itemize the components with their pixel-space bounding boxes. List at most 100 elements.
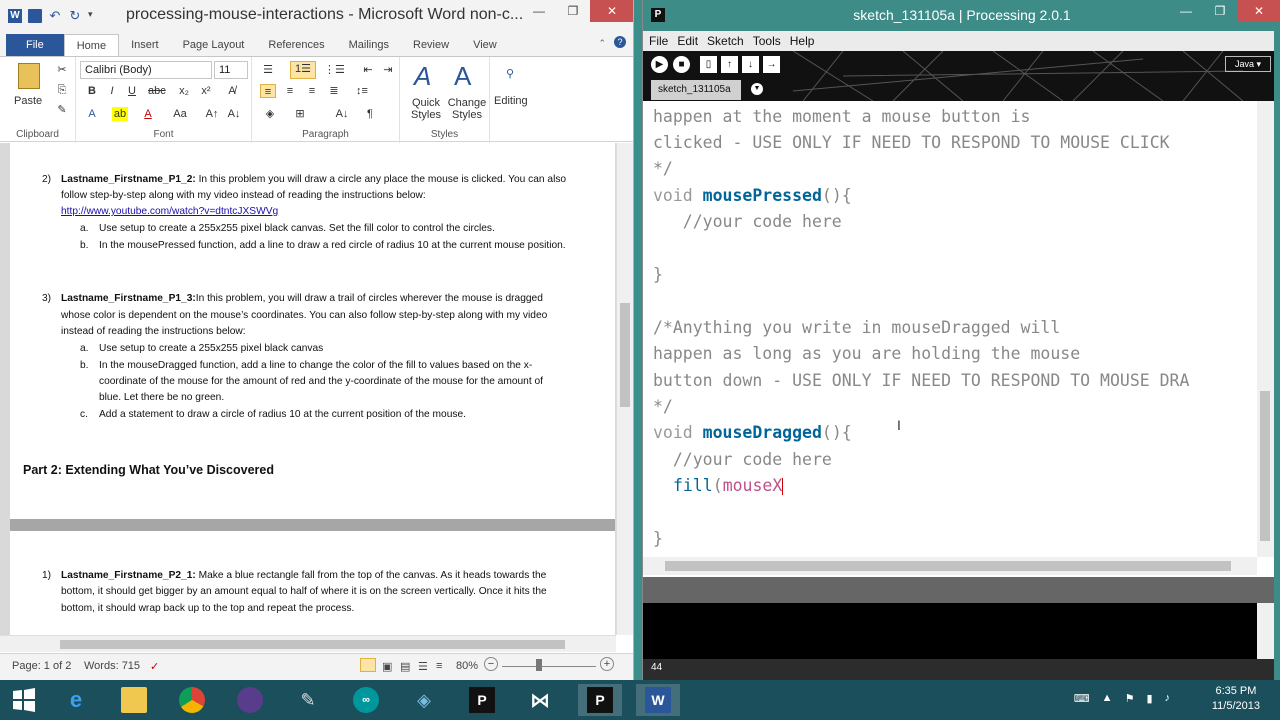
taskbar-internet-explorer[interactable]: e bbox=[54, 684, 98, 716]
align-left-icon[interactable]: ≡ bbox=[260, 84, 276, 98]
font-color-icon[interactable]: A bbox=[140, 107, 156, 121]
bullets-icon[interactable]: ☰ bbox=[260, 63, 276, 77]
save-icon[interactable] bbox=[28, 9, 42, 23]
change-styles-button[interactable]: Change Styles bbox=[446, 97, 488, 121]
processing-titlebar[interactable]: P sketch_131105a | Processing 2.0.1 — ❐ … bbox=[643, 0, 1280, 31]
change-styles-icon[interactable]: A bbox=[454, 61, 471, 92]
start-button[interactable] bbox=[2, 684, 46, 716]
line-spacing-icon[interactable]: ↕≡ bbox=[354, 84, 370, 98]
grow-font-icon[interactable]: A↑ bbox=[204, 107, 220, 121]
collapse-ribbon-icon[interactable]: ⌃ bbox=[598, 38, 606, 49]
full-screen-icon[interactable]: ▣ bbox=[382, 660, 392, 673]
bold-icon[interactable]: B bbox=[84, 84, 100, 98]
tab-file[interactable]: File bbox=[6, 34, 64, 56]
print-layout-icon[interactable] bbox=[360, 658, 376, 672]
close-button[interactable]: ✕ bbox=[590, 0, 633, 22]
document-page-2[interactable]: 1) Lastname_Firstname_P2_1: Make a blue … bbox=[10, 531, 615, 635]
cut-icon[interactable]: ✂ bbox=[54, 63, 70, 77]
change-case-icon[interactable]: Aa bbox=[172, 107, 188, 121]
run-button[interactable]: ▶ bbox=[651, 56, 668, 73]
new-sketch-button[interactable]: ▯ bbox=[700, 56, 717, 73]
font-size-select[interactable]: 11 bbox=[214, 61, 248, 79]
page-count[interactable]: Page: 1 of 2 bbox=[12, 660, 71, 672]
help-icon[interactable]: ? bbox=[614, 36, 626, 48]
undo-icon[interactable]: ↶ bbox=[48, 9, 62, 23]
editor-horizontal-scrollbar[interactable] bbox=[643, 557, 1257, 575]
show-formatting-icon[interactable]: ¶ bbox=[362, 107, 378, 121]
redo-icon[interactable]: ↻ bbox=[68, 9, 82, 23]
code-editor[interactable]: happen at the moment a mouse button is c… bbox=[643, 101, 1257, 557]
document-horizontal-scrollbar[interactable] bbox=[0, 635, 616, 652]
sketch-tab[interactable]: sketch_131105a bbox=[651, 80, 741, 100]
taskbar-file-explorer[interactable] bbox=[112, 684, 156, 716]
menu-sketch[interactable]: Sketch bbox=[707, 34, 744, 48]
menu-help[interactable]: Help bbox=[790, 34, 815, 48]
show-hidden-icons[interactable]: ▲ bbox=[1102, 692, 1113, 705]
volume-icon[interactable]: ♪ bbox=[1165, 692, 1171, 705]
taskbar-paint[interactable]: ✎ bbox=[286, 684, 330, 716]
tab-page-layout[interactable]: Page Layout bbox=[171, 34, 257, 56]
tab-insert[interactable]: Insert bbox=[119, 34, 171, 56]
zoom-out-icon[interactable]: − bbox=[484, 657, 498, 671]
strikethrough-icon[interactable]: abc bbox=[148, 84, 166, 98]
customize-toolbar-icon[interactable]: ▾ bbox=[88, 9, 102, 23]
scrollbar-thumb[interactable] bbox=[665, 561, 1231, 571]
mode-selector[interactable]: Java ▾ bbox=[1225, 56, 1271, 72]
tab-mailings[interactable]: Mailings bbox=[337, 34, 401, 56]
subscript-icon[interactable]: x₂ bbox=[176, 84, 192, 98]
save-button[interactable]: ↓ bbox=[742, 56, 759, 73]
document-page-1[interactable]: 2) Lastname_Firstname_P1_2: In this prob… bbox=[10, 143, 615, 521]
quick-styles-icon[interactable]: A bbox=[414, 61, 431, 92]
taskbar-word[interactable]: W bbox=[636, 684, 680, 716]
align-right-icon[interactable]: ≡ bbox=[304, 84, 320, 98]
minimize-button[interactable]: — bbox=[522, 0, 556, 22]
numbering-icon[interactable]: 1☰ bbox=[290, 61, 316, 79]
outline-icon[interactable]: ☰ bbox=[418, 660, 428, 673]
scrollbar-thumb[interactable] bbox=[1260, 391, 1270, 541]
increase-indent-icon[interactable]: ⇥ bbox=[380, 63, 396, 77]
clear-formatting-icon[interactable]: A̸ bbox=[224, 84, 240, 98]
taskbar-eclipse[interactable] bbox=[228, 684, 272, 716]
tab-menu-arrow-icon[interactable]: ▼ bbox=[751, 83, 763, 95]
menu-tools[interactable]: Tools bbox=[753, 34, 781, 48]
editing-button[interactable]: Editing bbox=[494, 95, 528, 107]
tab-home[interactable]: Home bbox=[63, 34, 120, 56]
copy-icon[interactable]: ⎘ bbox=[54, 83, 70, 97]
tab-review[interactable]: Review bbox=[401, 34, 461, 56]
paste-icon[interactable] bbox=[18, 63, 40, 89]
close-button[interactable]: ✕ bbox=[1237, 0, 1280, 22]
youtube-link[interactable]: http://www.youtube.com/watch?v=dtntcJXSW… bbox=[61, 204, 278, 221]
document-area[interactable]: 2) Lastname_Firstname_P1_2: In this prob… bbox=[0, 143, 616, 635]
proofing-icon[interactable]: ✓ bbox=[150, 660, 159, 673]
console[interactable] bbox=[643, 603, 1257, 659]
superscript-icon[interactable]: x² bbox=[198, 84, 214, 98]
justify-icon[interactable]: ≣ bbox=[326, 84, 342, 98]
taskbar-arduino[interactable]: ∞ bbox=[344, 684, 388, 716]
paste-button[interactable]: Paste bbox=[14, 95, 42, 107]
stop-button[interactable]: ■ bbox=[673, 56, 690, 73]
draft-icon[interactable]: ≡ bbox=[436, 660, 442, 672]
taskbar-visual-studio[interactable]: ⋈ bbox=[518, 684, 562, 716]
shading-icon[interactable]: ◈ bbox=[262, 107, 278, 121]
decrease-indent-icon[interactable]: ⇤ bbox=[360, 63, 376, 77]
taskbar-processing-1[interactable]: P bbox=[460, 684, 504, 716]
zoom-in-icon[interactable]: + bbox=[600, 657, 614, 671]
flag-icon[interactable]: ⚑ bbox=[1125, 692, 1135, 705]
zoom-level[interactable]: 80% bbox=[456, 660, 478, 672]
maximize-button[interactable]: ❐ bbox=[556, 0, 590, 22]
format-painter-icon[interactable]: ✎ bbox=[54, 103, 70, 117]
word-titlebar[interactable]: W ↶ ↻ ▾ processing-mouse-interactions - … bbox=[0, 0, 633, 32]
word-logo-icon[interactable]: W bbox=[8, 9, 22, 23]
shrink-font-icon[interactable]: A↓ bbox=[226, 107, 242, 121]
borders-icon[interactable]: ⊞ bbox=[292, 107, 308, 121]
taskbar-clock[interactable]: 6:35 PM 11/5/2013 bbox=[1212, 684, 1260, 714]
font-name-select[interactable]: Calibri (Body) bbox=[80, 61, 212, 79]
align-center-icon[interactable]: ≡ bbox=[282, 84, 298, 98]
open-button[interactable]: ↑ bbox=[721, 56, 738, 73]
sort-icon[interactable]: A↓ bbox=[334, 107, 350, 121]
menu-edit[interactable]: Edit bbox=[677, 34, 698, 48]
minimize-button[interactable]: — bbox=[1169, 0, 1203, 22]
tab-view[interactable]: View bbox=[461, 34, 509, 56]
export-button[interactable]: → bbox=[763, 56, 780, 73]
quick-styles-button[interactable]: Quick Styles bbox=[406, 97, 446, 121]
